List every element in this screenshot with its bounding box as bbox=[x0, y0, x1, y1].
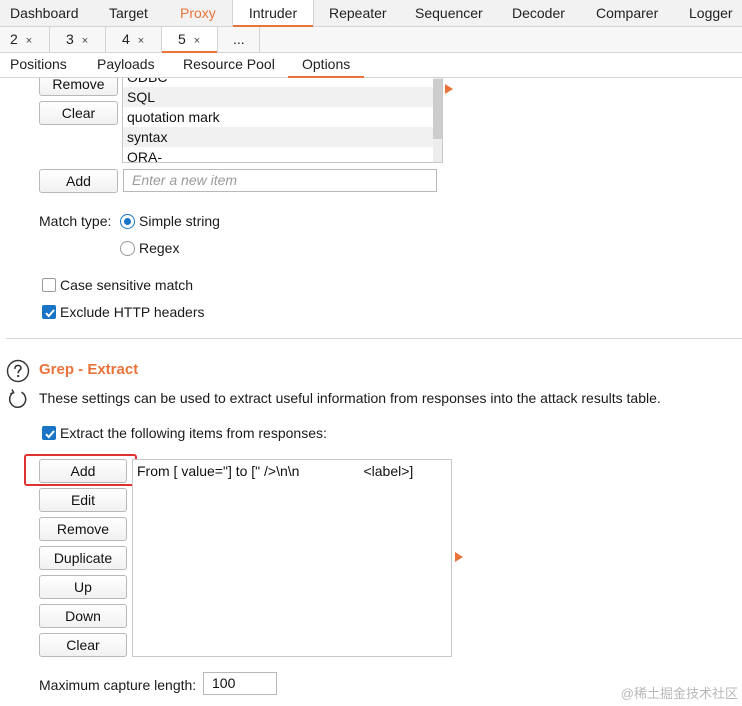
simple-string-radio[interactable] bbox=[120, 214, 135, 229]
section-divider bbox=[6, 338, 742, 339]
scrollbar-thumb[interactable] bbox=[433, 79, 442, 139]
question-circle-icon[interactable] bbox=[6, 359, 30, 383]
match-type-label: Match type: bbox=[39, 213, 112, 229]
list-item[interactable]: SQL bbox=[123, 87, 433, 107]
checkmark-icon bbox=[45, 309, 55, 318]
attack-tab-label: 2 bbox=[10, 31, 18, 47]
extract-rule-text: From [ value="] to [" />\n\n bbox=[137, 463, 300, 479]
scrollbar[interactable] bbox=[433, 78, 442, 162]
tab-comparer[interactable]: Comparer bbox=[596, 0, 658, 27]
attack-tab-2[interactable]: 2 × bbox=[0, 27, 50, 53]
extract-down-button[interactable]: Down bbox=[39, 604, 127, 628]
match-items-list[interactable]: ODBC SQL quotation mark syntax ORA- bbox=[122, 78, 443, 163]
close-icon[interactable]: × bbox=[26, 35, 32, 47]
list-item[interactable]: quotation mark bbox=[123, 107, 433, 127]
exclude-headers-label: Exclude HTTP headers bbox=[60, 304, 205, 320]
tab-options[interactable]: Options bbox=[287, 53, 365, 78]
list-item[interactable]: ORA- bbox=[123, 147, 433, 162]
tab-target[interactable]: Target bbox=[109, 0, 148, 27]
extract-up-button[interactable]: Up bbox=[39, 575, 127, 599]
attack-tab-label: 5 bbox=[178, 31, 186, 47]
grep-extract-title: Grep - Extract bbox=[39, 361, 139, 378]
tab-dashboard[interactable]: Dashboard bbox=[10, 0, 79, 27]
add-item-button[interactable]: Add bbox=[39, 169, 118, 193]
tab-repeater[interactable]: Repeater bbox=[329, 0, 387, 27]
max-capture-input[interactable]: 100 bbox=[203, 672, 277, 695]
regex-label: Regex bbox=[139, 240, 180, 256]
tab-resource-pool[interactable]: Resource Pool bbox=[183, 53, 275, 78]
tab-positions[interactable]: Positions bbox=[10, 53, 67, 78]
add-button-highlight bbox=[24, 454, 137, 486]
extract-items-checkbox[interactable] bbox=[42, 426, 56, 440]
tab-intruder[interactable]: Intruder bbox=[232, 0, 314, 28]
clear-button[interactable]: Clear bbox=[39, 101, 118, 125]
attack-tab-label: 4 bbox=[122, 31, 130, 47]
extract-items-list[interactable]: From [ value="] to [" />\n\n <label>] bbox=[132, 459, 452, 657]
attack-tab-4[interactable]: 4 × bbox=[106, 27, 162, 53]
tab-payloads[interactable]: Payloads bbox=[97, 53, 155, 78]
expand-arrow-icon[interactable] bbox=[455, 552, 463, 562]
tab-logger[interactable]: Logger bbox=[689, 0, 733, 27]
tab-decoder[interactable]: Decoder bbox=[512, 0, 565, 27]
extract-edit-button[interactable]: Edit bbox=[39, 488, 127, 512]
extract-clear-button[interactable]: Clear bbox=[39, 633, 127, 657]
attack-tab-new[interactable]: ... bbox=[218, 27, 260, 53]
list-item[interactable]: ODBC bbox=[123, 78, 433, 87]
extract-items-label: Extract the following items from respons… bbox=[60, 425, 327, 441]
extract-duplicate-button[interactable]: Duplicate bbox=[39, 546, 127, 570]
refresh-icon[interactable] bbox=[7, 388, 29, 410]
watermark: @稀土掘金技术社区 bbox=[620, 686, 738, 701]
list-item[interactable]: From [ value="] to [" />\n\n <label>] bbox=[133, 461, 451, 481]
remove-button[interactable]: Remove bbox=[39, 78, 118, 96]
checkmark-icon bbox=[45, 430, 55, 439]
attack-tab-3[interactable]: 3 × bbox=[50, 27, 106, 53]
regex-radio[interactable] bbox=[120, 241, 135, 256]
exclude-headers-checkbox[interactable] bbox=[42, 305, 56, 319]
attack-tab-bar: 2 × 3 × 4 × 5 × ... bbox=[0, 27, 742, 53]
tab-proxy[interactable]: Proxy bbox=[180, 0, 216, 27]
case-sensitive-checkbox[interactable] bbox=[42, 278, 56, 292]
main-tab-bar: Dashboard Target Proxy Intruder Repeater… bbox=[0, 0, 742, 28]
case-sensitive-label: Case sensitive match bbox=[60, 277, 194, 293]
close-icon[interactable]: × bbox=[138, 35, 144, 47]
options-panel: Remove Clear ODBC SQL quotation mark syn… bbox=[0, 78, 742, 706]
list-item[interactable]: syntax bbox=[123, 127, 433, 147]
grep-extract-description: These settings can be used to extract us… bbox=[39, 390, 661, 406]
max-capture-label: Maximum capture length: bbox=[39, 677, 197, 693]
simple-string-label: Simple string bbox=[139, 213, 220, 229]
close-icon[interactable]: × bbox=[194, 35, 200, 47]
extract-rule-tag: <label>] bbox=[363, 463, 414, 479]
new-item-input[interactable]: Enter a new item bbox=[123, 169, 437, 192]
attack-tab-label: 3 bbox=[66, 31, 74, 47]
attack-tab-5[interactable]: 5 × bbox=[162, 27, 218, 53]
tab-sequencer[interactable]: Sequencer bbox=[415, 0, 483, 27]
extract-remove-button[interactable]: Remove bbox=[39, 517, 127, 541]
expand-arrow-icon[interactable] bbox=[445, 84, 453, 94]
section-tab-bar: Positions Payloads Resource Pool Options bbox=[0, 53, 742, 78]
close-icon[interactable]: × bbox=[82, 35, 88, 47]
